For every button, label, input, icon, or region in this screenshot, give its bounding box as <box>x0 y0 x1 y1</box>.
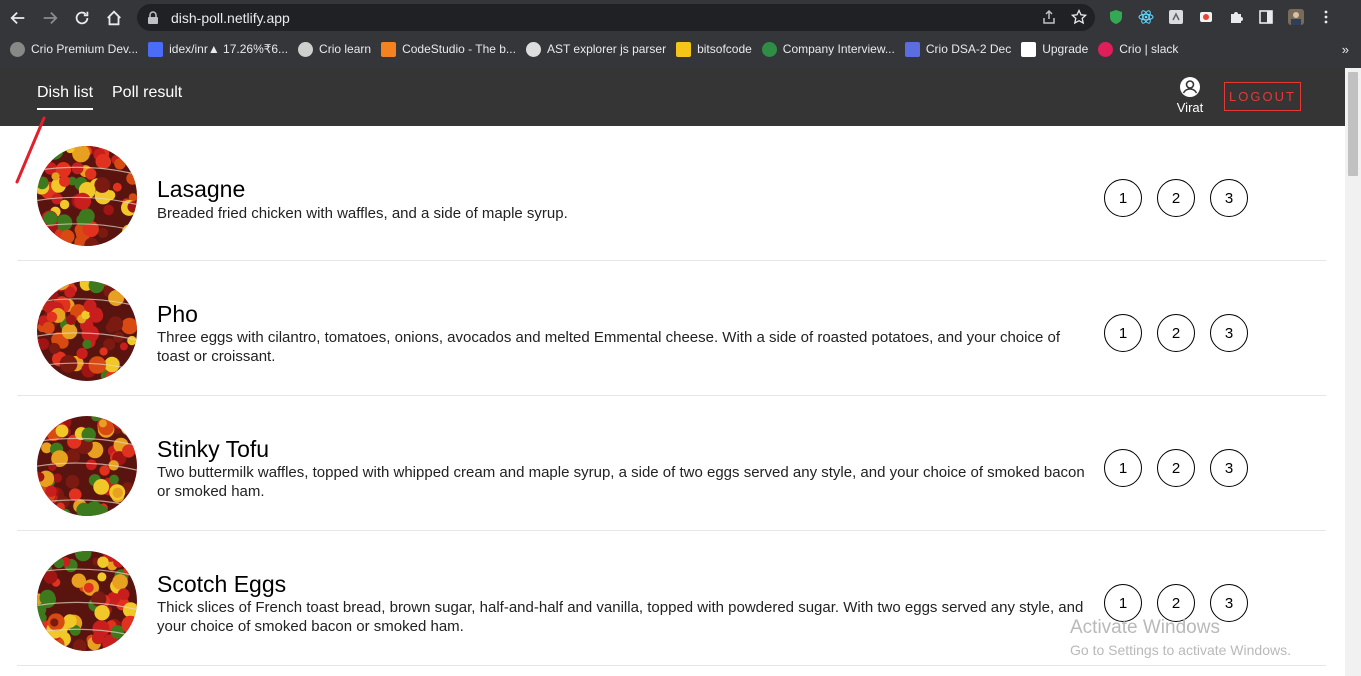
dish-description: Three eggs with cilantro, tomatoes, onio… <box>157 329 1061 365</box>
activate-windows-subtitle: Go to Settings to activate Windows. <box>1070 642 1291 658</box>
bookmark-favicon <box>10 41 25 57</box>
rank-2-button[interactable]: 2 <box>1157 179 1195 217</box>
dish-name: Stinky Tofu <box>157 436 270 462</box>
dish-row: Pho Three eggs with cilantro, tomatoes, … <box>17 261 1326 396</box>
react-extension-icon[interactable] <box>1136 7 1156 27</box>
bookmark-item[interactable]: AST explorer js parser <box>525 41 666 57</box>
rank-1-button[interactable]: 1 <box>1104 449 1142 487</box>
profile-avatar[interactable] <box>1286 7 1306 27</box>
tab-dish-list[interactable]: Dish list <box>37 84 94 110</box>
dish-description: Thick slices of French toast bread, brow… <box>157 599 1084 635</box>
bookmark-favicon <box>1021 41 1037 57</box>
lock-icon <box>148 10 158 24</box>
rank-3-button[interactable]: 3 <box>1210 449 1248 487</box>
rank-2-button[interactable]: 2 <box>1157 449 1195 487</box>
bookmark-favicon <box>381 41 397 57</box>
bookmarks-bar: Crio Premium Dev... idex/inr▲ 17.26%₹6..… <box>0 37 1361 61</box>
tab-poll-result[interactable]: Poll result <box>112 84 182 102</box>
bookmark-item[interactable]: Crio DSA-2 Dec <box>904 41 1011 57</box>
dish-row: Lasagne Breaded fried chicken with waffl… <box>17 126 1326 261</box>
dish-row: Stinky Tofu Two buttermilk waffles, topp… <box>17 396 1326 531</box>
dish-image <box>37 281 137 381</box>
page-scrollbar[interactable] <box>1345 68 1361 676</box>
rank-1-button[interactable]: 1 <box>1104 179 1142 217</box>
bookmark-favicon <box>298 41 314 57</box>
star-icon[interactable] <box>1071 9 1087 25</box>
share-icon[interactable] <box>1041 9 1057 25</box>
scrollbar-thumb[interactable] <box>1348 72 1358 176</box>
bookmark-favicon <box>761 41 777 57</box>
user-name: Virat <box>1176 100 1204 115</box>
dish-name: Lasagne <box>157 176 246 202</box>
dish-image <box>37 416 137 516</box>
bookmark-favicon <box>148 41 164 57</box>
user-profile[interactable]: Virat <box>1170 76 1210 115</box>
url-text: dish-poll.netlify.app <box>171 9 290 26</box>
bookmark-item[interactable]: Crio learn <box>298 41 371 57</box>
dish-name: Scotch Eggs <box>157 571 287 597</box>
user-icon <box>1180 77 1200 97</box>
bookmark-item[interactable]: bitsofcode <box>676 41 752 57</box>
bookmark-item[interactable]: Company Interview... <box>761 41 895 57</box>
rank-3-button[interactable]: 3 <box>1210 314 1248 352</box>
dish-description: Two buttermilk waffles, topped with whip… <box>157 464 1085 500</box>
forward-icon[interactable] <box>34 2 66 34</box>
rank-3-button[interactable]: 3 <box>1210 179 1248 217</box>
dish-image <box>37 551 137 651</box>
dish-description: Breaded fried chicken with waffles, and … <box>157 205 568 222</box>
back-icon[interactable] <box>2 2 34 34</box>
rank-buttons: 1 2 3 <box>1104 314 1248 352</box>
rank-2-button[interactable]: 2 <box>1157 314 1195 352</box>
logout-button[interactable]: LOGOUT <box>1224 82 1301 111</box>
home-icon[interactable] <box>98 2 130 34</box>
bookmark-favicon <box>676 41 692 57</box>
activate-windows-title: Activate Windows <box>1070 617 1220 638</box>
rank-1-button[interactable]: 1 <box>1104 314 1142 352</box>
browser-chrome: dish-poll.netlify.app Crio Premium Dev..… <box>0 0 1361 68</box>
bookmark-item[interactable]: idex/inr▲ 17.26%₹6... <box>148 41 288 57</box>
dish-image <box>37 146 137 246</box>
bookmark-item[interactable]: Crio Premium Dev... <box>10 41 138 57</box>
menu-icon[interactable] <box>1316 7 1336 27</box>
reload-icon[interactable] <box>66 2 98 34</box>
rank-buttons: 1 2 3 <box>1104 449 1248 487</box>
dish-name: Pho <box>157 301 198 327</box>
bookmark-item[interactable]: Crio | slack <box>1098 41 1178 57</box>
screenshot-extension-icon[interactable] <box>1196 7 1216 27</box>
bookmark-item[interactable]: Upgrade <box>1021 41 1088 57</box>
rank-buttons: 1 2 3 <box>1104 179 1248 217</box>
bookmark-favicon <box>1098 41 1114 57</box>
bookmark-favicon <box>525 41 541 57</box>
bookmark-favicon <box>904 41 920 57</box>
side-panel-icon[interactable] <box>1256 7 1276 27</box>
address-bar[interactable]: dish-poll.netlify.app <box>137 4 1095 31</box>
extension-icon[interactable] <box>1166 7 1186 27</box>
shield-extension-icon[interactable] <box>1106 7 1126 27</box>
app-header: Dish list Poll result Virat LOGOUT <box>0 68 1345 126</box>
puzzle-icon[interactable] <box>1226 7 1246 27</box>
bookmarks-overflow-icon[interactable]: » <box>1342 42 1349 57</box>
bookmark-item[interactable]: CodeStudio - The b... <box>381 41 516 57</box>
